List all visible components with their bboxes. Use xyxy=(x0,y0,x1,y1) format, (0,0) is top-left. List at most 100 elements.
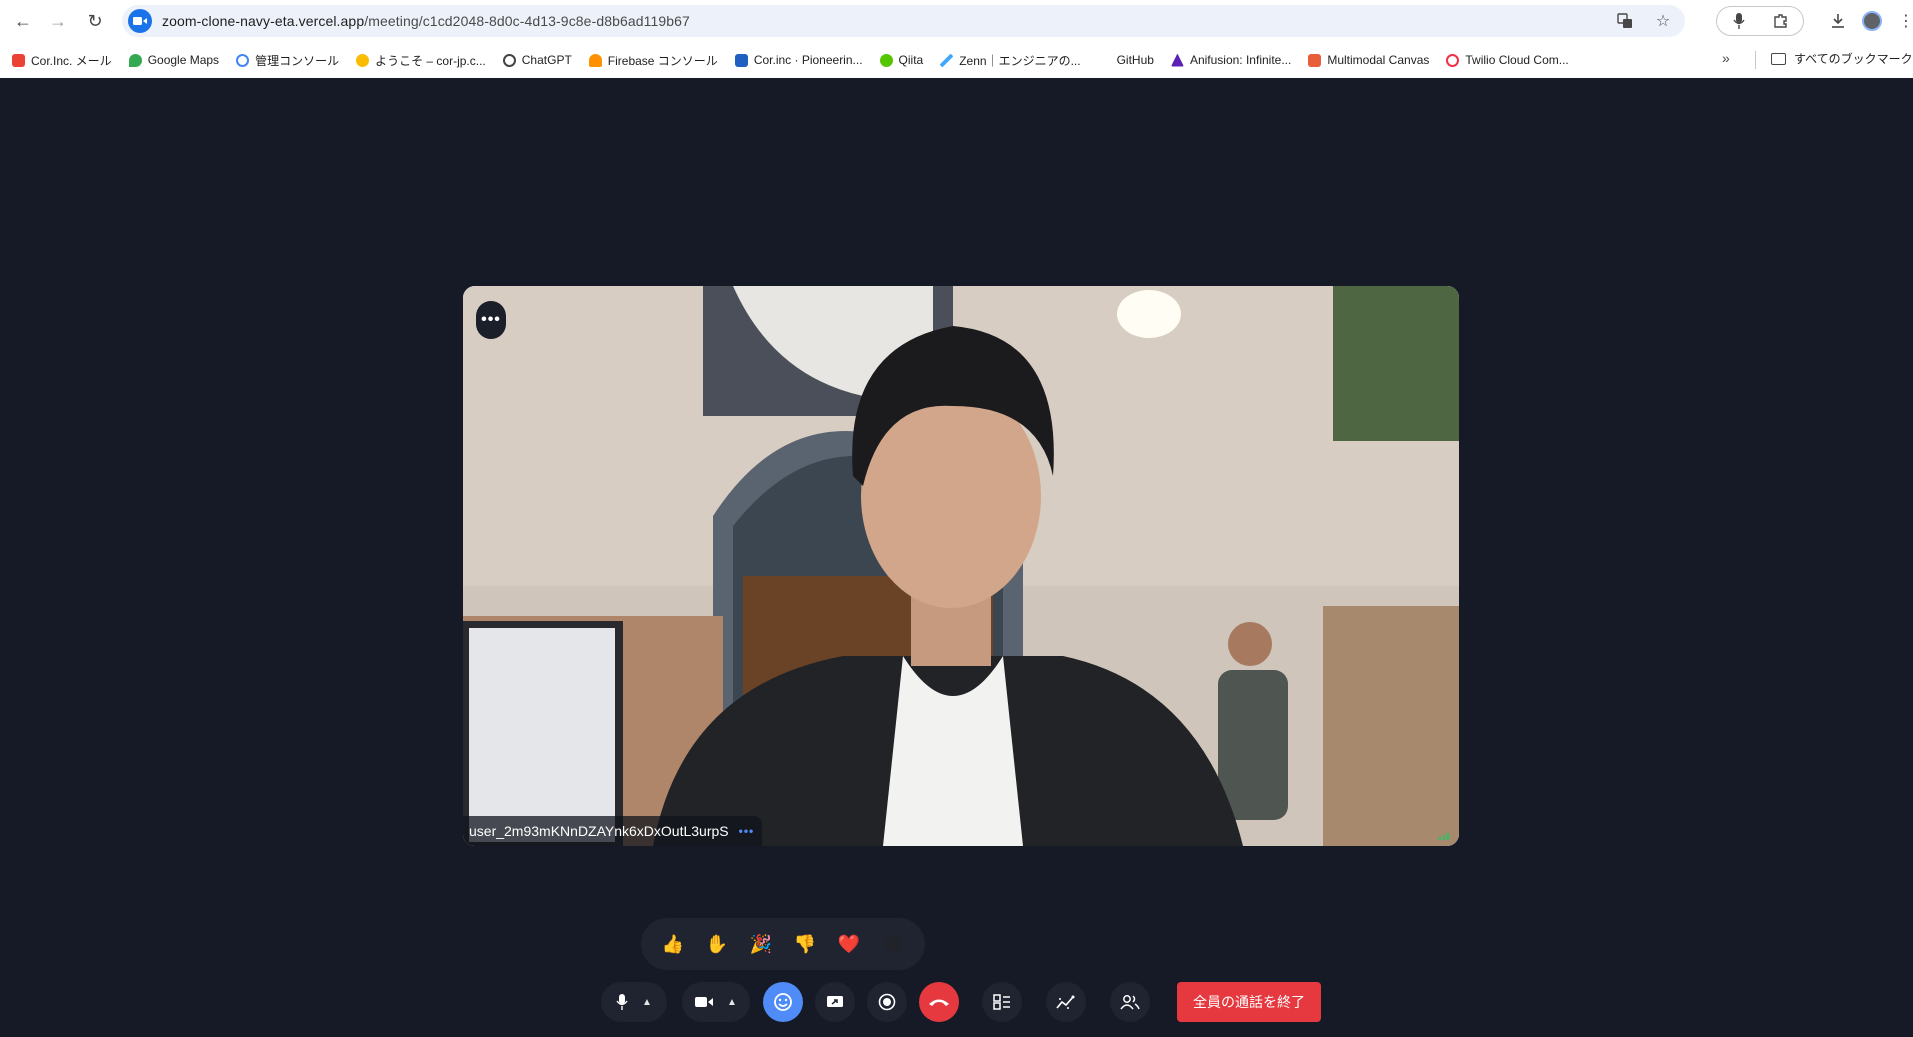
party-popper-reaction-button[interactable]: 🎉 xyxy=(746,929,776,959)
qiita-icon xyxy=(879,53,893,67)
bookmark-item[interactable]: Cor.Inc. メール xyxy=(12,52,112,69)
bookmark-item[interactable]: Zenn｜エンジニアの... xyxy=(940,52,1081,69)
share-screen-icon xyxy=(827,996,843,1007)
reactions-bar: 👍 ✋ 🎉 👎 ❤️ 😀 xyxy=(641,918,925,970)
maps-pin-icon xyxy=(128,53,142,67)
layout-grid-icon xyxy=(993,994,1010,1010)
bookmark-item[interactable]: Firebase コンソール xyxy=(588,52,718,69)
microphone-toggle-button[interactable]: ▲ xyxy=(601,982,667,1022)
google-g-icon xyxy=(236,53,250,67)
camera-toggle-button[interactable]: ▲ xyxy=(682,982,750,1022)
url-host: zoom-clone-navy-eta.vercel.app xyxy=(162,13,365,29)
bookmark-item[interactable]: Twilio Cloud Com... xyxy=(1446,53,1569,67)
puzzle-extension-icon[interactable] xyxy=(1767,7,1795,35)
participant-video-tile: ••• user_2m93mKNnDZAYnk6xDxOutL3urpS ••• xyxy=(463,286,1459,846)
bookmark-item[interactable]: GitHub xyxy=(1097,53,1154,67)
profile-avatar-icon[interactable] xyxy=(1858,7,1886,35)
connection-quality-icon xyxy=(1439,833,1449,840)
site-camera-icon xyxy=(128,9,152,33)
smiley-add-icon xyxy=(774,993,792,1011)
grinning-face-reaction-button[interactable]: 😀 xyxy=(878,929,908,959)
download-icon[interactable] xyxy=(1824,7,1852,35)
browser-menu-icon[interactable]: ⋮ xyxy=(1892,7,1913,35)
participant-more-icon[interactable]: ••• xyxy=(739,824,755,838)
reload-icon[interactable]: ↻ xyxy=(82,8,108,34)
browser-toolbar: ← → ↻ zoom-clone-navy-eta.vercel.app/mee… xyxy=(0,0,1913,42)
microphone-options-chevron-icon[interactable]: ▲ xyxy=(642,997,652,1008)
thumbs-down-reaction-button[interactable]: 👎 xyxy=(790,929,820,959)
video-camera-icon xyxy=(695,997,714,1007)
openai-icon xyxy=(502,53,516,67)
anifusion-icon xyxy=(1170,53,1184,67)
participants-button[interactable] xyxy=(1110,982,1150,1022)
gmail-icon xyxy=(12,53,25,67)
end-call-for-all-button[interactable]: 全員の通話を終了 xyxy=(1177,982,1321,1022)
raised-hand-reaction-button[interactable]: ✋ xyxy=(702,929,732,959)
bookmark-label: Qiita xyxy=(898,53,924,67)
bookmark-item[interactable]: Anifusion: Infinite... xyxy=(1170,53,1292,67)
bookmark-label: Google Maps xyxy=(147,53,220,67)
bookmark-item[interactable]: Multimodal Canvas xyxy=(1308,53,1429,67)
twilio-icon xyxy=(1446,53,1460,67)
browser-chrome: ← → ↻ zoom-clone-navy-eta.vercel.app/mee… xyxy=(0,0,1913,78)
call-controls: ▲ ▲ 全員の通話を終了 xyxy=(0,978,1913,1037)
hang-up-phone-icon xyxy=(929,999,949,1006)
microphone-extension-icon[interactable] xyxy=(1725,7,1753,35)
back-icon[interactable]: ← xyxy=(10,8,36,34)
record-button[interactable] xyxy=(867,982,907,1022)
translate-icon[interactable] xyxy=(1613,9,1637,33)
more-bookmarks-chevron-icon[interactable]: » xyxy=(1722,50,1730,66)
folder-icon xyxy=(1771,52,1786,65)
participant-name: user_2m93mKNnDZAYnk6xDxOutL3urpS xyxy=(469,823,729,839)
firebase-icon xyxy=(588,53,602,67)
bookmark-label: Multimodal Canvas xyxy=(1327,53,1430,67)
participants-icon xyxy=(1120,995,1140,1010)
bookmark-item[interactable]: ChatGPT xyxy=(502,53,572,67)
bookmark-label: GitHub xyxy=(1116,53,1154,67)
bookmark-label: Anifusion: Infinite... xyxy=(1189,53,1292,67)
bookmarks-divider xyxy=(1755,51,1756,69)
camera-options-chevron-icon[interactable]: ▲ xyxy=(727,997,737,1008)
video-frame xyxy=(463,286,1459,846)
url-path: /meeting/c1cd2048-8d0c-4d13-9c8e-d8b6ad1… xyxy=(364,13,690,29)
bookmark-label: ようこそ – cor-jp.c... xyxy=(375,53,486,68)
bookmark-item[interactable]: Qiita xyxy=(879,53,924,67)
bookmark-item[interactable]: Cor.inc · Pioneerin... xyxy=(734,53,863,67)
bookmark-star-icon[interactable]: ☆ xyxy=(1651,9,1675,33)
omnibox-actions: ☆ xyxy=(1613,9,1675,33)
forward-icon[interactable]: → xyxy=(45,8,71,34)
meeting-stage: ••• user_2m93mKNnDZAYnk6xDxOutL3urpS •••… xyxy=(0,78,1913,1037)
bookmark-item[interactable]: ようこそ – cor-jp.c... xyxy=(356,52,486,69)
bookmark-label: Firebase コンソール xyxy=(607,53,718,68)
record-icon xyxy=(878,993,896,1011)
bookmark-item[interactable]: 管理コンソール xyxy=(236,52,339,69)
tile-options-button[interactable]: ••• xyxy=(476,301,506,339)
bookmark-label: Zenn｜エンジニアの... xyxy=(959,53,1081,68)
layout-button[interactable] xyxy=(982,982,1022,1022)
all-bookmarks-label: すべてのブックマーク xyxy=(1794,52,1913,66)
all-bookmarks-button[interactable]: すべてのブックマーク xyxy=(1771,50,1913,67)
stats-chart-icon xyxy=(1056,995,1075,1009)
bookmarks-bar: Cor.Inc. メール Google Maps 管理コンソール ようこそ – … xyxy=(0,46,1913,74)
heart-reaction-button[interactable]: ❤️ xyxy=(834,929,864,959)
microphone-icon xyxy=(616,994,628,1010)
url-text: zoom-clone-navy-eta.vercel.app/meeting/c… xyxy=(162,13,690,29)
blank-icon xyxy=(1097,53,1111,67)
toolbar-right: ⋮ xyxy=(1716,6,1913,36)
share-screen-button[interactable] xyxy=(815,982,855,1022)
bookmark-label: 管理コンソール xyxy=(255,53,340,68)
bookmark-label: Cor.inc · Pioneerin... xyxy=(753,53,863,67)
extensions-pill xyxy=(1716,6,1804,36)
leave-call-button[interactable] xyxy=(919,982,959,1022)
zenn-icon xyxy=(940,53,954,67)
address-bar[interactable]: zoom-clone-navy-eta.vercel.app/meeting/c… xyxy=(122,5,1685,37)
bookmark-label: Cor.Inc. メール xyxy=(31,53,112,68)
participant-name-tag: user_2m93mKNnDZAYnk6xDxOutL3urpS ••• xyxy=(463,816,763,846)
bookmark-item[interactable]: Google Maps xyxy=(128,53,220,67)
cor-icon xyxy=(734,53,748,67)
thumbs-up-reaction-button[interactable]: 👍 xyxy=(658,929,688,959)
cloud-icon xyxy=(356,53,370,67)
canvas-icon xyxy=(1308,53,1322,67)
call-stats-button[interactable] xyxy=(1046,982,1086,1022)
reactions-toggle-button[interactable] xyxy=(763,982,803,1022)
